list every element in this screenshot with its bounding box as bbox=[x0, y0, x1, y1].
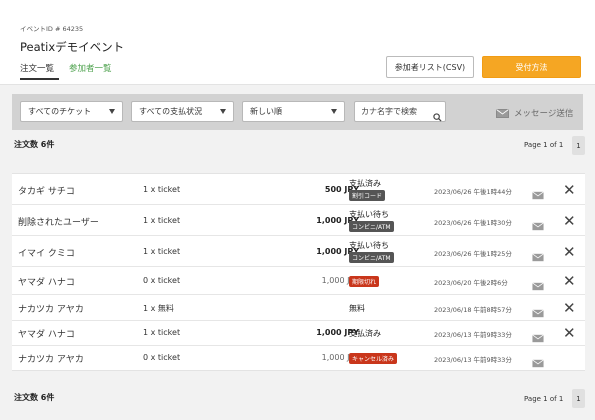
ticket-quantity: 0 x ticket bbox=[143, 353, 181, 362]
table-row[interactable]: ナカツカ アヤカ 1 x 無料 無料 2023/06/18 午前8時57分 ✕ bbox=[12, 295, 585, 321]
ticket-quantity: 1 x ticket bbox=[143, 185, 181, 194]
order-date: 2023/06/18 午前8時57分 bbox=[434, 306, 512, 314]
order-date: 2023/06/26 午後1時30分 bbox=[434, 219, 512, 227]
page-number-button[interactable]: 1 bbox=[572, 136, 585, 155]
order-date: 2023/06/13 午前9時33分 bbox=[434, 356, 512, 364]
customer-name[interactable]: タカギ サチコ bbox=[18, 184, 75, 197]
event-title: Peatixデモイベント bbox=[20, 40, 125, 54]
payment-status: 支払済み bbox=[349, 179, 381, 188]
cancel-order-icon[interactable]: ✕ bbox=[563, 326, 576, 341]
payment-status: 支払済み bbox=[349, 329, 381, 338]
payment-status: 無料 bbox=[349, 304, 365, 313]
table-row[interactable]: イマイ クミコ 1 x ticket 1,000 JPY 支払い待ち コンビニ/… bbox=[12, 236, 585, 267]
attendee-csv-button[interactable]: 参加者リスト(CSV) bbox=[386, 56, 474, 78]
cancel-order-icon[interactable]: ✕ bbox=[563, 274, 576, 289]
order-count: 注文数 6件 bbox=[14, 140, 55, 149]
event-id: イベントID # 64235 bbox=[20, 25, 84, 33]
cancel-order-icon[interactable]: ✕ bbox=[563, 214, 576, 229]
ticket-filter-select[interactable]: すべてのチケット bbox=[20, 101, 123, 122]
ticket-quantity: 1 x ticket bbox=[143, 247, 181, 256]
payment-status: 支払い待ち bbox=[349, 241, 389, 250]
cancel-order-icon[interactable]: ✕ bbox=[563, 183, 576, 198]
page-info: Page 1 of 1 bbox=[524, 141, 564, 149]
customer-name[interactable]: ナカツカ アヤカ bbox=[18, 302, 84, 315]
mail-icon[interactable] bbox=[532, 216, 544, 235]
send-message-label: メッセージ送信 bbox=[514, 109, 574, 119]
customer-name[interactable]: ナカツカ アヤカ bbox=[18, 352, 84, 365]
cancel-order-icon[interactable]: ✕ bbox=[563, 245, 576, 260]
ticket-filter-value: すべてのチケット bbox=[28, 107, 92, 116]
order-date: 2023/06/26 午後1時25分 bbox=[434, 250, 512, 258]
status-badge: コンビニ/ATM bbox=[349, 252, 394, 263]
search-icon[interactable] bbox=[433, 107, 442, 126]
table-row[interactable]: タカギ サチコ 1 x ticket 500 JPY 支払済み 割引コード 20… bbox=[12, 174, 585, 205]
status-badge: 期限切れ bbox=[349, 276, 380, 287]
mail-icon[interactable] bbox=[532, 247, 544, 266]
active-tab-indicator bbox=[20, 78, 59, 80]
caret-down-icon bbox=[331, 109, 337, 114]
order-date: 2023/06/26 午後1時44分 bbox=[434, 188, 512, 196]
order-date: 2023/06/13 午前9時33分 bbox=[434, 331, 512, 339]
table-row[interactable]: ヤマダ ハナコ 1 x ticket 1,000 JPY 支払済み 2023/0… bbox=[12, 321, 585, 346]
status-badge: キャンセル済み bbox=[349, 353, 398, 364]
mail-icon[interactable] bbox=[532, 353, 544, 372]
mail-icon[interactable] bbox=[532, 185, 544, 204]
table-row[interactable]: 削除されたユーザー 1 x ticket 1,000 JPY 支払い待ち コンビ… bbox=[12, 205, 585, 236]
sort-select[interactable]: 新しい順 bbox=[242, 101, 345, 122]
customer-name[interactable]: ヤマダ ハナコ bbox=[18, 275, 75, 288]
tab-attendees[interactable]: 参加者一覧 bbox=[69, 62, 112, 74]
ticket-quantity: 1 x ticket bbox=[143, 216, 181, 225]
mail-icon bbox=[496, 108, 509, 118]
customer-name[interactable]: ヤマダ ハナコ bbox=[18, 327, 75, 340]
payment-filter-select[interactable]: すべての支払状況 bbox=[131, 101, 234, 122]
customer-name[interactable]: イマイ クミコ bbox=[18, 246, 75, 259]
tab-orders[interactable]: 注文一覧 bbox=[20, 62, 54, 74]
checkin-method-button[interactable]: 受付方法 bbox=[482, 56, 581, 78]
sort-value: 新しい順 bbox=[250, 107, 282, 116]
send-message-button[interactable]: メッセージ送信 bbox=[496, 107, 573, 119]
page-number-button-bottom[interactable]: 1 bbox=[572, 389, 585, 408]
order-count-bottom: 注文数 6件 bbox=[14, 393, 55, 402]
mail-icon[interactable] bbox=[532, 276, 544, 295]
mail-icon[interactable] bbox=[532, 303, 544, 322]
ticket-quantity: 0 x ticket bbox=[143, 276, 181, 285]
payment-filter-value: すべての支払状況 bbox=[139, 107, 203, 116]
order-date: 2023/06/20 午後2時6分 bbox=[434, 279, 508, 287]
orders-table: タカギ サチコ 1 x ticket 500 JPY 支払済み 割引コード 20… bbox=[12, 173, 585, 371]
caret-down-icon bbox=[220, 109, 226, 114]
ticket-quantity: 1 x 無料 bbox=[143, 304, 174, 313]
page-info-bottom: Page 1 of 1 bbox=[524, 395, 564, 403]
status-badge: 割引コード bbox=[349, 190, 386, 201]
status-badge: コンビニ/ATM bbox=[349, 221, 394, 232]
ticket-quantity: 1 x ticket bbox=[143, 328, 181, 337]
mail-icon[interactable] bbox=[532, 328, 544, 347]
table-row[interactable]: ヤマダ ハナコ 0 x ticket 1,000 JPY 期限切れ 2023/0… bbox=[12, 267, 585, 295]
cancel-order-icon[interactable]: ✕ bbox=[563, 301, 576, 316]
caret-down-icon bbox=[109, 109, 115, 114]
payment-status: 支払い待ち bbox=[349, 210, 389, 219]
customer-name[interactable]: 削除されたユーザー bbox=[18, 215, 99, 228]
event-header: イベントID # 64235 Peatixデモイベント 注文一覧 参加者一覧 参… bbox=[0, 0, 595, 85]
table-row[interactable]: ナカツカ アヤカ 0 x ticket 1,000 JPY キャンセル済み 20… bbox=[12, 346, 585, 371]
